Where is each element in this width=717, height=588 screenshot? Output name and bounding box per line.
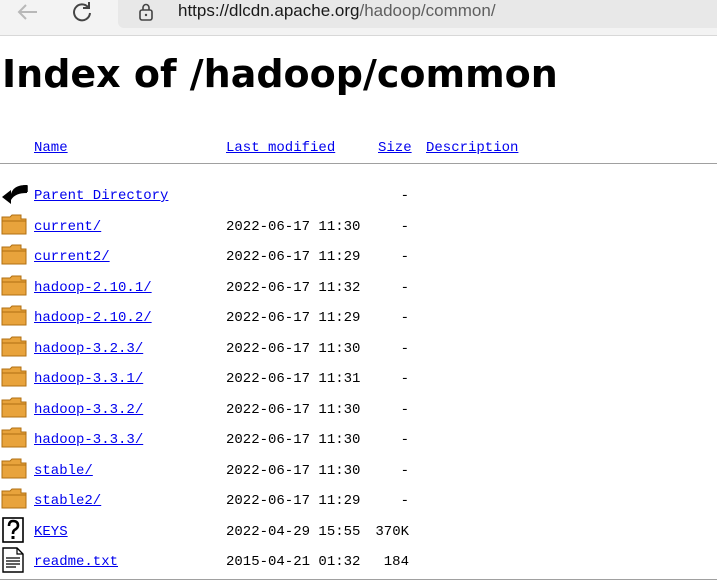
url-path: /hadoop/common/ [359, 1, 496, 20]
page-title: Index of /hadoop/common [2, 52, 558, 96]
table-row: hadoop-3.2.3/2022-06-17 11:30 - [0, 334, 717, 364]
back-arrow-icon [1, 181, 28, 207]
lock-icon[interactable] [138, 0, 154, 24]
entry-modified: 2022-06-17 11:30 [226, 432, 361, 448]
entry-size: - [400, 463, 409, 479]
sort-by-modified-link[interactable]: Last modified [226, 139, 335, 157]
header-divider [0, 163, 717, 164]
entry-modified: 2022-06-17 11:30 [226, 219, 361, 235]
entry-link[interactable]: current2/ [34, 248, 110, 266]
entry-size: 370K [375, 524, 409, 540]
entry-modified: 2022-06-17 11:29 [226, 249, 361, 265]
table-row: hadoop-3.3.2/2022-06-17 11:30 - [0, 395, 717, 425]
browser-toolbar: https://dlcdn.apache.org/hadoop/common/ [0, 0, 717, 36]
entry-modified: 2022-06-17 11:30 [226, 341, 361, 357]
folder-icon [1, 425, 27, 451]
text-file-icon [1, 547, 27, 573]
table-row: hadoop-3.3.1/2022-06-17 11:31 - [0, 364, 717, 394]
table-row: hadoop-2.10.2/2022-06-17 11:29 - [0, 303, 717, 333]
back-arrow-icon [17, 4, 37, 20]
entry-link[interactable]: hadoop-3.2.3/ [34, 340, 143, 358]
entry-modified: 2022-06-17 11:30 [226, 402, 361, 418]
entry-modified: 2022-06-17 11:32 [226, 280, 361, 296]
entry-link[interactable]: hadoop-3.3.2/ [34, 401, 143, 419]
entry-link[interactable]: readme.txt [34, 553, 118, 571]
folder-icon [1, 395, 27, 421]
entry-size: - [400, 280, 409, 296]
url-host: https://dlcdn.apache.org [178, 1, 360, 20]
entry-link[interactable]: hadoop-2.10.1/ [34, 279, 152, 297]
entry-size: - [400, 249, 409, 265]
table-row: hadoop-3.3.3/2022-06-17 11:30 - [0, 425, 717, 455]
entry-link[interactable]: Parent Directory [34, 187, 168, 205]
table-row: readme.txt 2015-04-21 01:32 184 [0, 547, 717, 577]
entry-link[interactable]: hadoop-2.10.2/ [34, 309, 152, 327]
table-row: stable/2022-06-17 11:30 - [0, 456, 717, 486]
entry-size: - [400, 493, 409, 509]
footer-divider [0, 579, 717, 580]
table-row: current2/2022-06-17 11:29 - [0, 242, 717, 272]
folder-icon [1, 486, 27, 512]
entry-modified: 2022-06-17 11:29 [226, 310, 361, 326]
folder-icon [1, 456, 27, 482]
table-row: hadoop-2.10.1/2022-06-17 11:32 - [0, 273, 717, 303]
entry-link[interactable]: hadoop-3.3.3/ [34, 431, 143, 449]
address-bar[interactable]: https://dlcdn.apache.org/hadoop/common/ [118, 0, 717, 28]
sort-by-size-link[interactable]: Size [378, 139, 412, 157]
entry-size: - [400, 341, 409, 357]
entry-size: - [400, 310, 409, 326]
table-row: current/2022-06-17 11:30 - [0, 212, 717, 242]
entry-link[interactable]: current/ [34, 218, 101, 236]
entry-size: - [400, 219, 409, 235]
sort-by-name-link[interactable]: Name [34, 139, 68, 157]
reload-button[interactable] [62, 0, 102, 24]
entry-size: 184 [383, 554, 409, 570]
entry-size: - [400, 402, 409, 418]
table-row: Parent Directory - [0, 181, 717, 211]
folder-icon [1, 364, 27, 390]
entry-size: - [400, 188, 409, 204]
url-text[interactable]: https://dlcdn.apache.org/hadoop/common/ [178, 0, 496, 24]
unknown-file-icon [1, 517, 27, 543]
folder-icon [1, 212, 27, 238]
entry-link[interactable]: KEYS [34, 523, 68, 541]
entry-modified: 2022-06-17 11:29 [226, 493, 361, 509]
entry-size: - [400, 371, 409, 387]
entry-modified: 2022-06-17 11:30 [226, 463, 361, 479]
folder-icon [1, 303, 27, 329]
entry-link[interactable]: hadoop-3.3.1/ [34, 370, 143, 388]
entry-size: - [400, 432, 409, 448]
table-row: stable2/2022-06-17 11:29 - [0, 486, 717, 516]
folder-icon [1, 242, 27, 268]
entry-link[interactable]: stable/ [34, 462, 93, 480]
table-row: KEYS 2022-04-29 15:55 370K [0, 517, 717, 547]
entry-modified: 2022-06-17 11:31 [226, 371, 361, 387]
back-button[interactable] [8, 0, 48, 24]
reload-icon [73, 2, 91, 22]
folder-icon [1, 273, 27, 299]
sort-by-description-link[interactable]: Description [426, 139, 518, 157]
entry-link[interactable]: stable2/ [34, 492, 101, 510]
entry-modified: 2015-04-21 01:32 [226, 554, 361, 570]
folder-icon [1, 334, 27, 360]
entry-modified: 2022-04-29 15:55 [226, 524, 361, 540]
